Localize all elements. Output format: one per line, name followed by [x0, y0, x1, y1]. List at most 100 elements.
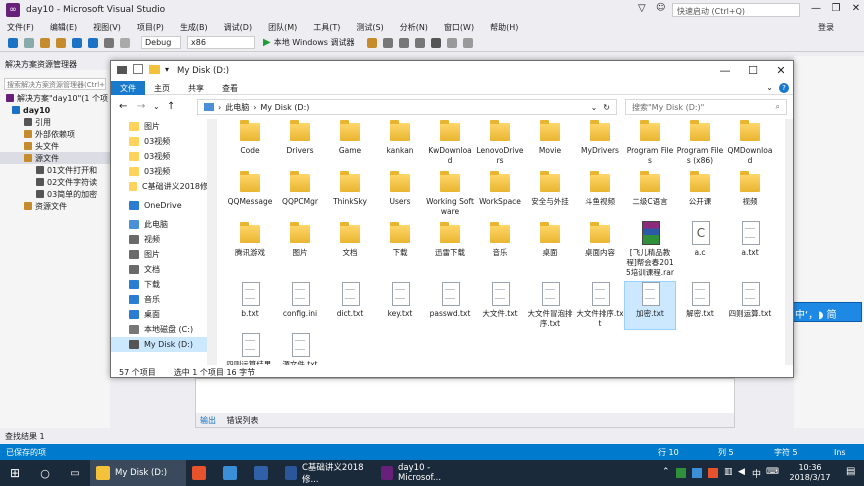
save-icon[interactable]	[72, 37, 82, 48]
file-item[interactable]: 视频	[725, 170, 775, 217]
tree-node[interactable]: 源文件	[0, 152, 110, 164]
feedback-icon[interactable]: ☺	[656, 3, 665, 13]
file-item[interactable]: 公开课	[675, 170, 725, 217]
tree-node[interactable]: 01文件打开和	[0, 164, 110, 176]
file-item[interactable]: [飞儿精品教程]帮会春2015培训课程.rar	[625, 221, 675, 278]
menu-help[interactable]: 帮助(H)	[490, 22, 518, 33]
file-item[interactable]: 大文件排序.txt	[575, 282, 625, 329]
tree-node[interactable]: 头文件	[0, 140, 110, 152]
save-all-icon[interactable]	[88, 37, 98, 48]
file-item[interactable]: QQPCMgr	[275, 170, 325, 217]
file-item[interactable]: 桌面	[525, 221, 575, 278]
file-item[interactable]: dict.txt	[325, 282, 375, 329]
file-item[interactable]: config.ini	[275, 282, 325, 329]
redo-icon[interactable]	[120, 37, 130, 48]
nav-pane-scrollbar[interactable]	[207, 119, 216, 365]
undo-icon[interactable]	[104, 37, 114, 48]
tab-error-list[interactable]: 错误列表	[227, 416, 259, 425]
recent-dropdown-icon[interactable]: ⌄	[153, 102, 160, 111]
file-item[interactable]: 下载	[375, 221, 425, 278]
tab-file[interactable]: 文件	[111, 80, 145, 95]
start-windows-icon[interactable]: ⊞	[0, 460, 30, 486]
play-icon[interactable]: ▶	[263, 37, 271, 48]
menu-project[interactable]: 项目(P)	[137, 22, 164, 33]
volume-icon[interactable]: ◀	[738, 467, 745, 477]
file-item[interactable]: Code	[225, 119, 275, 166]
tree-node[interactable]: day10	[0, 104, 110, 116]
up-arrow-icon[interactable]: ↑	[167, 101, 175, 112]
file-item[interactable]: 音乐	[475, 221, 525, 278]
nav-item[interactable]: C基础讲义2018修订	[111, 179, 216, 194]
toolbar-step-icon[interactable]	[382, 37, 393, 48]
platform-select[interactable]: x86	[187, 36, 255, 49]
tab-home[interactable]: 主页	[145, 81, 179, 95]
file-item[interactable]: 图片	[275, 221, 325, 278]
nav-item[interactable]: 03视频	[111, 149, 216, 164]
ribbon-expand-icon[interactable]: ⌄	[766, 83, 773, 92]
file-item[interactable]: passwd.txt	[425, 282, 475, 329]
network-icon[interactable]: ▥	[724, 467, 733, 477]
file-item[interactable]: 大文件.txt	[475, 282, 525, 329]
file-item[interactable]: 安全与外挂	[525, 170, 575, 217]
menu-debug[interactable]: 调试(D)	[224, 22, 252, 33]
notification-icon[interactable]: ▤	[846, 466, 855, 477]
menu-build[interactable]: 生成(B)	[180, 22, 208, 33]
file-item[interactable]: 桌面内容	[575, 221, 625, 278]
file-item[interactable]: Movie	[525, 119, 575, 166]
file-item[interactable]: 四则运算结果.txt	[225, 333, 275, 365]
taskbar-app[interactable]	[248, 460, 279, 486]
bookmark-icon[interactable]	[430, 37, 441, 48]
file-item[interactable]: 源文件.txt	[275, 333, 325, 365]
new-project-icon[interactable]	[40, 37, 50, 48]
menu-edit[interactable]: 编辑(E)	[50, 22, 77, 33]
file-item[interactable]: key.txt	[375, 282, 425, 329]
open-file-icon[interactable]	[56, 37, 66, 48]
login-link[interactable]: 登录	[818, 22, 834, 33]
run-debugger-button[interactable]: 本地 Windows 调试器	[274, 37, 355, 48]
back-icon[interactable]	[8, 37, 18, 48]
file-item[interactable]: Working Software	[425, 170, 475, 217]
forward-arrow-icon[interactable]: →	[137, 101, 145, 112]
file-item[interactable]: Program Files (x86)	[675, 119, 725, 166]
quick-access-dropdown-icon[interactable]: ▾	[165, 65, 169, 74]
tray-chevron-icon[interactable]: ⌃	[662, 467, 670, 477]
filter-icon[interactable]: ▽	[638, 3, 646, 14]
explorer-search-input[interactable]: 搜索"My Disk (D:)" ⌕	[625, 99, 787, 115]
file-item[interactable]: Users	[375, 170, 425, 217]
minimize-button[interactable]: —	[806, 3, 826, 14]
menu-team[interactable]: 团队(M)	[268, 22, 297, 33]
file-item[interactable]: 斗鱼视频	[575, 170, 625, 217]
tree-node[interactable]: 引用	[0, 116, 110, 128]
menu-view[interactable]: 视图(V)	[93, 22, 121, 33]
file-item[interactable]: 解密.txt	[675, 282, 725, 329]
taskbar-app[interactable]: day10 - Microsof...	[375, 460, 471, 486]
explorer-minimize-button[interactable]: —	[711, 64, 739, 77]
file-item[interactable]: WorkSpace	[475, 170, 525, 217]
menu-tools[interactable]: 工具(T)	[313, 22, 340, 33]
bookmark-nav-icon[interactable]	[446, 37, 457, 48]
nav-item[interactable]: My Disk (D:)	[111, 337, 216, 352]
file-item[interactable]: 文档	[325, 221, 375, 278]
tab-view[interactable]: 查看	[213, 81, 247, 95]
close-button[interactable]: ✕	[846, 3, 864, 14]
nav-item[interactable]: OneDrive	[111, 198, 216, 213]
nav-item[interactable]: 音乐	[111, 292, 216, 307]
tab-share[interactable]: 共享	[179, 81, 213, 95]
nav-item[interactable]: 03视频	[111, 134, 216, 149]
taskbar-app[interactable]	[217, 460, 248, 486]
file-item[interactable]: b.txt	[225, 282, 275, 329]
quick-launch-input[interactable]: 快速启动 (Ctrl+Q)	[672, 3, 800, 17]
tree-node[interactable]: 解决方案"day10"(1 个项	[0, 92, 110, 104]
toolbar-format-icon[interactable]	[398, 37, 409, 48]
find-results-bar[interactable]: 查找结果 1	[0, 428, 864, 444]
menu-analyze[interactable]: 分析(N)	[400, 22, 428, 33]
file-item[interactable]: 加密.txt	[624, 281, 676, 330]
nav-item[interactable]: 图片	[111, 247, 216, 262]
tree-node[interactable]: 外部依赖项	[0, 128, 110, 140]
nav-item[interactable]: 文档	[111, 262, 216, 277]
taskbar-app[interactable]: C基础讲义2018修...	[279, 460, 375, 486]
nav-item[interactable]: 图片	[111, 119, 216, 134]
file-item[interactable]: QMDownload	[725, 119, 775, 166]
explorer-close-button[interactable]: ✕	[767, 64, 795, 77]
file-item[interactable]: Program Files	[625, 119, 675, 166]
